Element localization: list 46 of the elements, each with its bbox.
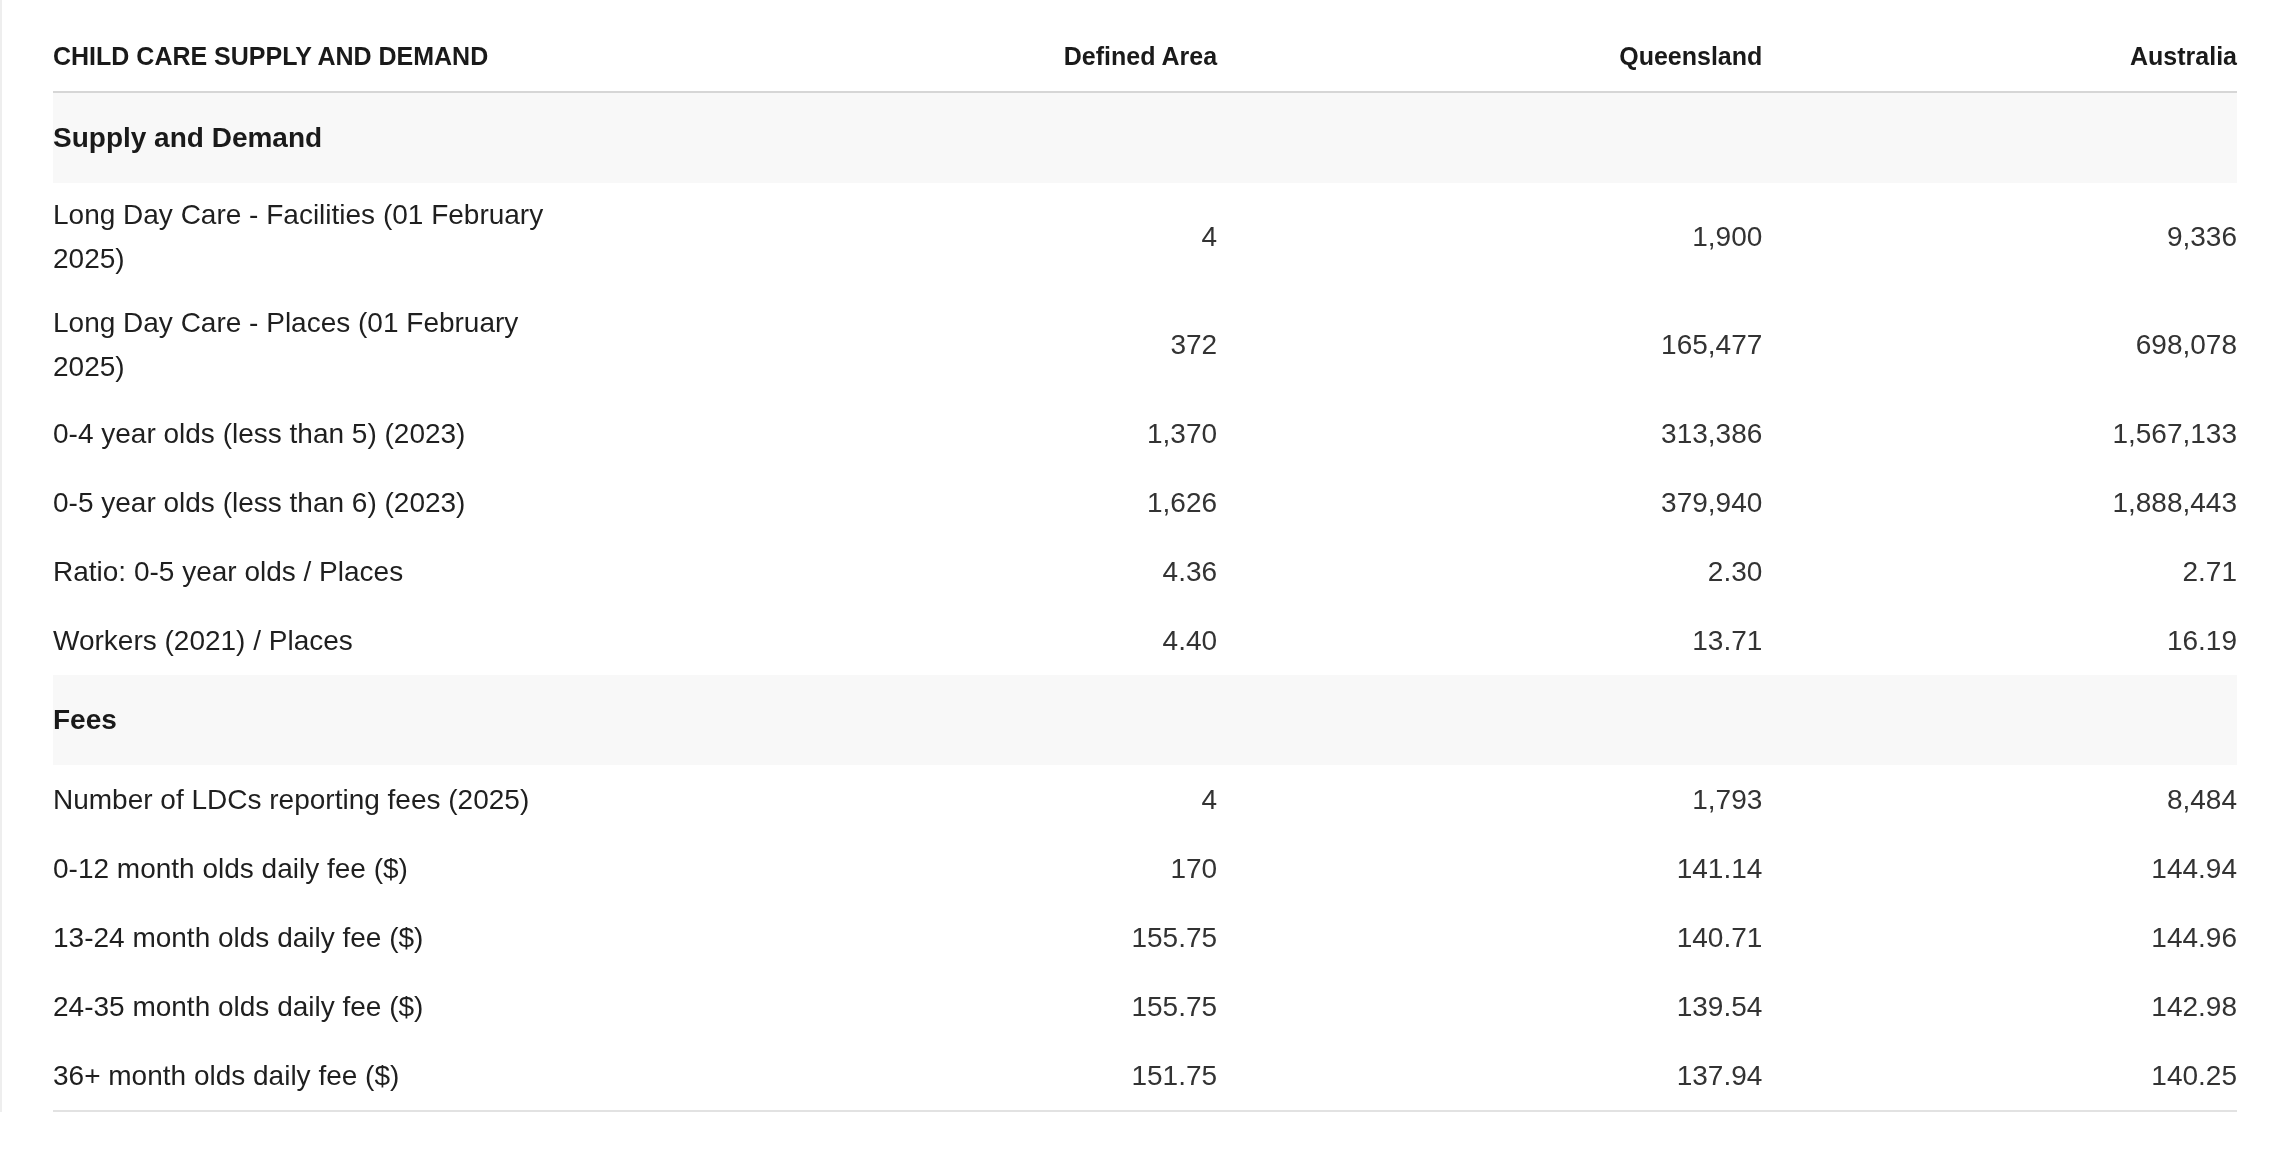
table-cell-text: 155.75 bbox=[1130, 920, 1218, 955]
row-label: 0-5 year olds (less than 6) (2023) bbox=[53, 485, 467, 520]
table-cell: 4.40 bbox=[633, 606, 1218, 675]
table-cell-text: 141.14 bbox=[1675, 851, 1763, 886]
table-cell: 151.75 bbox=[633, 1041, 1218, 1111]
table-cell: 1,888,443 bbox=[1762, 468, 2237, 537]
section-heading: Supply and Demand bbox=[53, 92, 2237, 183]
row-label: Long Day Care - Facilities (01 February 2025) bbox=[53, 183, 633, 291]
table-cell-text: 1,370 bbox=[1146, 416, 1218, 451]
row-label: 36+ month olds daily fee ($) bbox=[53, 1041, 633, 1111]
table-cell: 140.25 bbox=[1762, 1041, 2237, 1111]
table-cell: 16.19 bbox=[1762, 606, 2237, 675]
row-label: Number of LDCs reporting fees (2025) bbox=[53, 765, 633, 834]
table-cell: 142.98 bbox=[1762, 972, 2237, 1041]
table-cell-text: 313,386 bbox=[1660, 416, 1763, 451]
row-label: Ratio: 0-5 year olds / Places bbox=[53, 554, 405, 589]
table-cell: 1,567,133 bbox=[1762, 399, 2237, 468]
table-cell: 137.94 bbox=[1217, 1041, 1763, 1111]
table-cell-text: 1,626 bbox=[1146, 485, 1218, 520]
table-cell-text: 155.75 bbox=[1130, 989, 1218, 1024]
table-cell-text: 144.96 bbox=[2150, 920, 2237, 955]
table-cell: 8,484 bbox=[1762, 765, 2237, 834]
row-label: 13-24 month olds daily fee ($) bbox=[53, 920, 425, 955]
row-label: Long Day Care - Places (01 February 2025) bbox=[53, 306, 520, 384]
table-cell-text: 698,078 bbox=[2134, 328, 2237, 362]
row-label: 24-35 month olds daily fee ($) bbox=[53, 989, 425, 1024]
table-cell: 2.71 bbox=[1762, 537, 2237, 606]
table-cell: 4 bbox=[633, 765, 1218, 834]
table-cell-text: 170 bbox=[1169, 851, 1218, 886]
table-cell: 9,336 bbox=[1762, 183, 2237, 291]
table-cell-text: 4.36 bbox=[1161, 554, 1218, 589]
section-heading: Fees bbox=[53, 675, 2237, 765]
table-cell-text: 165,477 bbox=[1660, 328, 1763, 362]
row-label: 0-4 year olds (less than 5) (2023) bbox=[53, 416, 467, 451]
table-cell: 144.94 bbox=[1762, 834, 2237, 903]
table-cell: 4 bbox=[633, 183, 1218, 291]
table-cell-text: 372 bbox=[1169, 328, 1218, 362]
table-cell: 1,793 bbox=[1217, 765, 1763, 834]
table-cell-text: 139.54 bbox=[1675, 989, 1763, 1024]
table-cell-text: 2.30 bbox=[1706, 554, 1763, 589]
row-label: 0-12 month olds daily fee ($) bbox=[53, 851, 409, 886]
table-cell-text: 379,940 bbox=[1660, 485, 1763, 520]
table-cell: 1,900 bbox=[1217, 183, 1763, 291]
row-label: Workers (2021) / Places bbox=[53, 606, 633, 675]
table-cell: 13.71 bbox=[1217, 606, 1763, 675]
table-cell-text: 140.71 bbox=[1675, 920, 1763, 955]
